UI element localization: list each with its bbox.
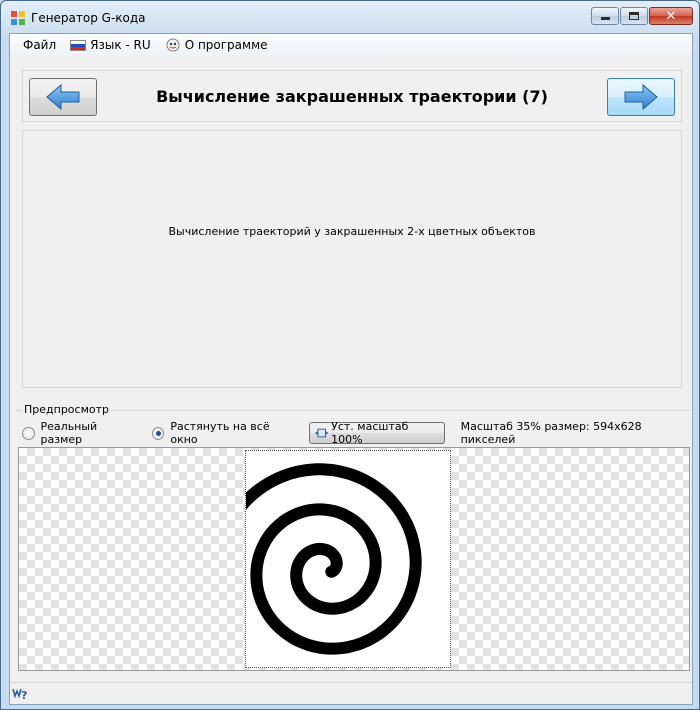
menu-language-label: Язык - RU bbox=[90, 38, 151, 52]
radio-stretch-indicator[interactable] bbox=[151, 426, 165, 440]
help-icon[interactable]: ? bbox=[12, 686, 28, 702]
set-scale-100-button[interactable]: Уст. масштаб 100% bbox=[308, 420, 445, 446]
svg-text:?: ? bbox=[21, 689, 27, 702]
title-bar[interactable]: Генератор G-кода ✕ bbox=[1, 1, 699, 33]
preview-options: Реальный размер Растянуть на всё окно Ус… bbox=[22, 420, 690, 446]
step-description-panel: Вычисление траекторий у закрашенных 2-х … bbox=[22, 130, 682, 388]
status-bar: ? bbox=[10, 682, 692, 704]
next-step-button[interactable] bbox=[607, 78, 675, 116]
set-scale-100-label: Уст. масштаб 100% bbox=[331, 420, 409, 446]
minimize-icon bbox=[600, 17, 610, 20]
client-area: Файл Язык - RU О программе Вычисление за… bbox=[9, 33, 693, 705]
menu-file-label: Файл bbox=[23, 38, 57, 52]
minimize-button[interactable] bbox=[591, 7, 619, 25]
step-description: Вычисление траекторий у закрашенных 2-х … bbox=[168, 225, 536, 238]
preview-canvas[interactable] bbox=[18, 447, 690, 671]
maximize-icon bbox=[629, 12, 639, 20]
close-icon: ✕ bbox=[665, 8, 677, 24]
preview-group: Предпросмотр Реальный размер Растянуть н… bbox=[16, 403, 690, 676]
step-header: Вычисление закрашенных траектории (7) bbox=[22, 70, 682, 122]
radio-stretch-label: Растянуть на всё окно bbox=[170, 420, 270, 446]
menu-bar: Файл Язык - RU О программе bbox=[10, 34, 692, 56]
spiral-trajectory bbox=[246, 463, 422, 655]
step-title: Вычисление закрашенных траектории (7) bbox=[156, 87, 548, 106]
window-controls: ✕ bbox=[591, 7, 693, 25]
maximize-button[interactable] bbox=[620, 7, 648, 25]
menu-about[interactable]: О программе bbox=[158, 34, 275, 56]
close-button[interactable]: ✕ bbox=[649, 7, 693, 25]
russian-flag-icon bbox=[70, 39, 87, 51]
menu-file[interactable]: Файл bbox=[16, 34, 63, 56]
fit-scale-icon bbox=[314, 428, 329, 438]
main-window: Генератор G-кода ✕ Файл Язык - RU О прог… bbox=[0, 0, 700, 710]
preview-group-label: Предпросмотр bbox=[22, 403, 111, 416]
menu-about-label: О программе bbox=[184, 38, 268, 52]
radio-real-size[interactable]: Реальный размер bbox=[22, 420, 138, 446]
window-title: Генератор G-кода bbox=[31, 11, 146, 25]
preview-image bbox=[245, 450, 451, 668]
radio-real-size-label: Реальный размер bbox=[40, 420, 98, 446]
radio-real-size-indicator[interactable] bbox=[22, 426, 35, 440]
arrow-right-icon bbox=[624, 83, 658, 111]
about-icon bbox=[166, 38, 180, 52]
radio-stretch[interactable]: Растянуть на всё окно bbox=[151, 420, 295, 446]
app-icon bbox=[11, 11, 25, 25]
spiral-image bbox=[246, 463, 422, 655]
menu-language[interactable]: Язык - RU bbox=[63, 34, 158, 56]
scale-info: Масштаб 35% размер: 594x628 пикселей bbox=[460, 420, 642, 446]
